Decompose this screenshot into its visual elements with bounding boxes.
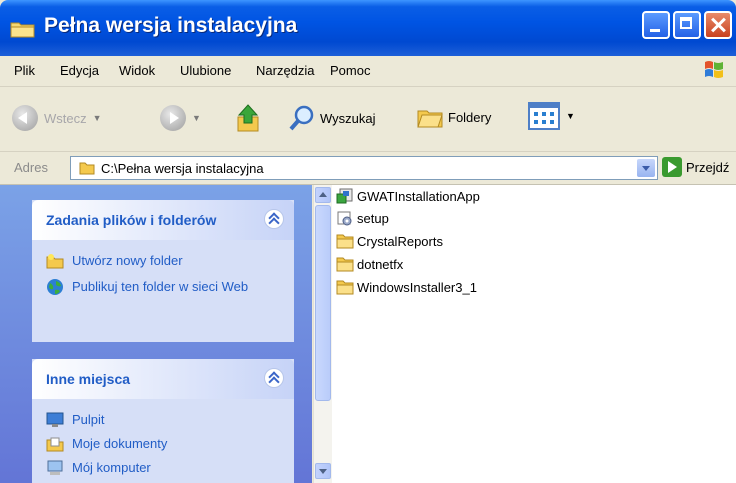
address-bar: Adres C:\Pełna wersja instalacyjna Przej… xyxy=(0,152,736,185)
task-label: Publikuj ten folder w sieci Web xyxy=(72,279,249,294)
file-item[interactable]: WindowsInstaller3_1 xyxy=(336,279,477,295)
scroll-thumb[interactable] xyxy=(315,205,331,401)
search-icon xyxy=(289,105,314,131)
title-bar[interactable]: Pełna wersja instalacyjna xyxy=(0,0,736,56)
task-new-folder[interactable]: Utwórz nowy folder xyxy=(46,252,262,270)
file-tasks-panel: Zadania plików i folderów Utwórz nowy fo… xyxy=(32,200,294,342)
dropdown-arrow-icon[interactable]: ▼ xyxy=(566,111,575,121)
folder-icon xyxy=(336,234,354,249)
menu-bar: Plik Edycja Widok Ulubione Narzędzia Pom… xyxy=(0,56,736,87)
minimize-button[interactable] xyxy=(642,11,670,39)
menu-view[interactable]: Widok xyxy=(119,63,155,78)
toolbar: Wstecz ▼ ▼ Wyszukaj Foldery ▼ xyxy=(0,87,736,152)
go-label: Przejdź xyxy=(686,159,730,175)
address-dropdown-button[interactable] xyxy=(637,159,655,177)
address-label: Adres xyxy=(14,160,48,175)
task-label: Pulpit xyxy=(72,412,105,427)
folder-icon xyxy=(79,162,95,175)
file-item[interactable]: dotnetfx xyxy=(336,256,403,272)
menu-help[interactable]: Pomoc xyxy=(330,63,370,78)
window-title: Pełna wersja instalacyjna xyxy=(44,14,298,37)
installer-app-icon xyxy=(336,188,353,204)
menu-tools[interactable]: Narzędzia xyxy=(256,63,315,78)
task-pane: Zadania plików i folderów Utwórz nowy fo… xyxy=(0,185,312,483)
go-button[interactable]: Przejdź xyxy=(662,157,729,177)
file-item[interactable]: CrystalReports xyxy=(336,233,443,249)
place-my-documents[interactable]: Moje dokumenty xyxy=(46,435,262,453)
setup-icon xyxy=(337,211,352,226)
views-button[interactable]: ▼ xyxy=(528,102,575,130)
task-publish-web[interactable]: Publikuj ten folder w sieci Web xyxy=(46,278,262,296)
forward-arrow-icon xyxy=(160,105,186,131)
place-desktop[interactable]: Pulpit xyxy=(46,411,262,429)
address-input[interactable]: C:\Pełna wersja instalacyjna xyxy=(70,156,658,180)
file-item[interactable]: GWATInstallationApp xyxy=(336,188,480,204)
file-item[interactable]: setup xyxy=(336,210,389,226)
computer-icon xyxy=(47,460,63,475)
folder-icon xyxy=(336,280,354,295)
back-button[interactable]: Wstecz ▼ xyxy=(12,105,102,131)
close-button[interactable] xyxy=(704,11,732,39)
maximize-button[interactable] xyxy=(673,11,701,39)
search-label: Wyszukaj xyxy=(320,110,376,126)
globe-icon xyxy=(47,279,63,295)
task-label: Moje dokumenty xyxy=(72,436,168,451)
task-label: Mój komputer xyxy=(72,460,151,475)
address-path: C:\Pełna wersja instalacyjna xyxy=(101,161,264,176)
folders-icon xyxy=(417,110,443,128)
documents-folder-icon xyxy=(46,437,64,452)
scroll-down-button[interactable] xyxy=(315,463,331,479)
back-arrow-icon xyxy=(12,105,38,131)
vertical-scrollbar[interactable] xyxy=(313,185,332,483)
search-button[interactable]: Wyszukaj xyxy=(288,104,376,132)
panel-header[interactable]: Inne miejsca xyxy=(32,359,294,399)
desktop-icon xyxy=(46,412,64,427)
forward-button[interactable]: ▼ xyxy=(160,105,201,131)
windows-logo-icon xyxy=(705,61,723,78)
new-folder-icon xyxy=(46,254,64,269)
file-list: GWATInstallationApp setup CrystalReports… xyxy=(332,185,736,483)
file-name: dotnetfx xyxy=(357,256,404,272)
panel-title: Zadania plików i folderów xyxy=(46,212,217,228)
other-places-panel: Inne miejsca Pulpit Moje dokumenty Mój k… xyxy=(32,359,294,483)
up-folder-button[interactable] xyxy=(234,103,262,133)
file-name: CrystalReports xyxy=(357,233,443,249)
task-label: Utwórz nowy folder xyxy=(72,253,183,268)
folders-label: Foldery xyxy=(448,109,492,125)
panel-header[interactable]: Zadania plików i folderów xyxy=(32,200,294,240)
file-name: WindowsInstaller3_1 xyxy=(357,279,477,295)
menu-edit[interactable]: Edycja xyxy=(60,63,99,78)
place-my-computer[interactable]: Mój komputer xyxy=(46,459,262,477)
back-label: Wstecz xyxy=(44,110,87,126)
scroll-up-button[interactable] xyxy=(315,187,331,203)
explorer-window: Pełna wersja instalacyjna Plik Edycja Wi… xyxy=(0,0,736,483)
collapse-icon[interactable] xyxy=(264,368,284,388)
collapse-icon[interactable] xyxy=(264,209,284,229)
file-name: setup xyxy=(357,210,389,226)
dropdown-arrow-icon[interactable]: ▼ xyxy=(93,113,102,123)
folders-button[interactable]: Foldery xyxy=(416,105,491,129)
up-folder-icon xyxy=(237,104,259,132)
menu-file[interactable]: Plik xyxy=(14,63,35,78)
menu-favorites[interactable]: Ulubione xyxy=(180,63,231,78)
file-name: GWATInstallationApp xyxy=(357,188,480,204)
dropdown-arrow-icon[interactable]: ▼ xyxy=(192,113,201,123)
folder-icon xyxy=(336,257,354,272)
panel-title: Inne miejsca xyxy=(46,371,131,387)
views-icon xyxy=(528,102,560,130)
folder-icon xyxy=(10,22,35,38)
go-arrow-icon xyxy=(662,157,682,177)
